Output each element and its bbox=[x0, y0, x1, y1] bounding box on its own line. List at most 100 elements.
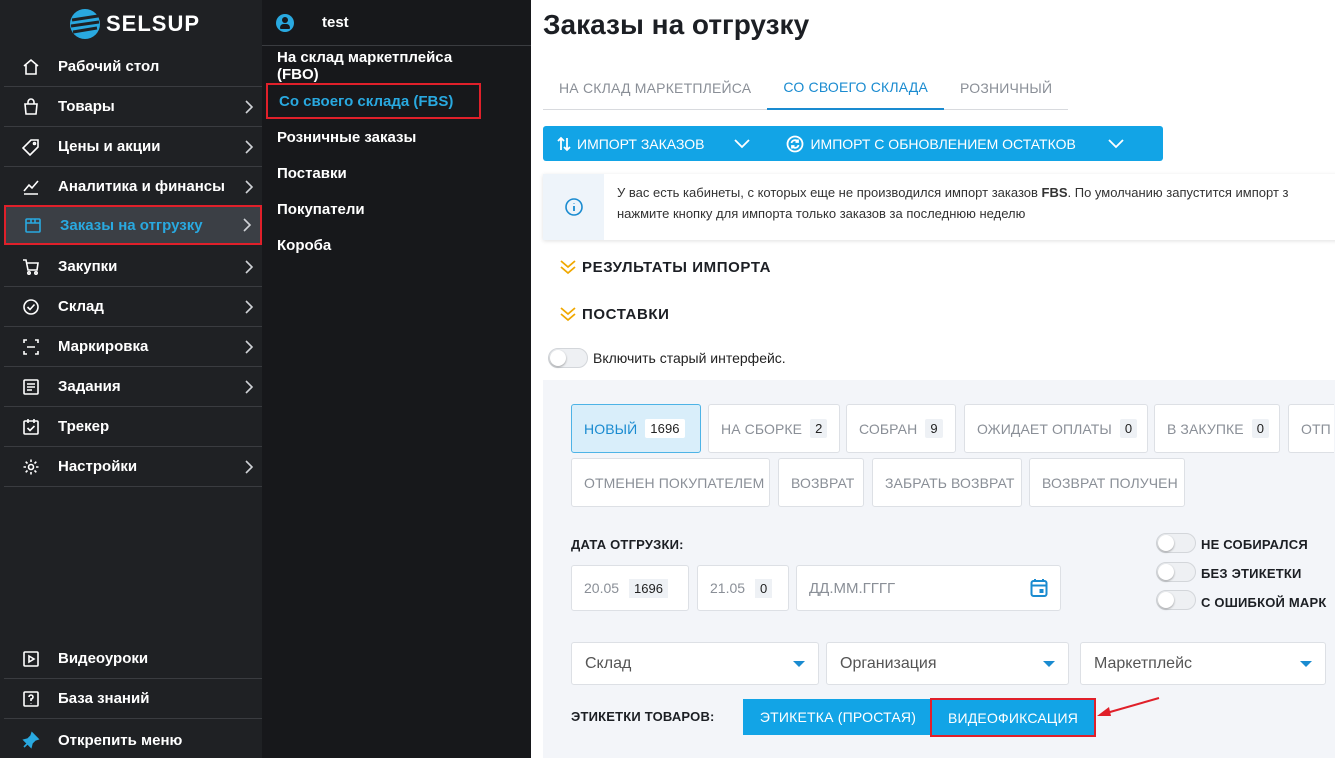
user-profile[interactable]: test bbox=[262, 0, 531, 46]
calendar-check-icon bbox=[4, 418, 58, 436]
status-chip-label: НА СБОРКЕ bbox=[721, 420, 803, 437]
chevron-right-icon bbox=[236, 339, 262, 354]
info-text-line2: нажмите кнопку для импорта только заказо… bbox=[617, 206, 1026, 221]
submenu-item-buyers[interactable]: Покупатели bbox=[266, 191, 481, 227]
sidebar-item-label: Закупки bbox=[58, 258, 118, 275]
user-name: test bbox=[322, 14, 349, 31]
date-chip-date: 20.05 bbox=[584, 580, 620, 596]
not-assembled-toggle[interactable] bbox=[1156, 533, 1196, 553]
marking-error-toggle[interactable] bbox=[1156, 590, 1196, 610]
date-input[interactable]: ДД.ММ.ГГГГ bbox=[796, 565, 1061, 611]
double-chevron-down-icon bbox=[560, 307, 576, 322]
status-chip-new[interactable]: НОВЫЙ 1696 bbox=[571, 404, 701, 453]
submenu-item-retail[interactable]: Розничные заказы bbox=[266, 119, 481, 155]
section-import-results[interactable]: РЕЗУЛЬТАТЫ ИМПОРТА bbox=[559, 258, 771, 276]
product-labels-title: ЭТИКЕТКИ ТОВАРОВ: bbox=[571, 709, 715, 724]
marketplace-select-value: Маркетплейс bbox=[1094, 654, 1193, 672]
not-assembled-label: НЕ СОБИРАЛСЯ bbox=[1201, 537, 1308, 552]
sidebar-item-purchases[interactable]: Закупки bbox=[4, 247, 262, 287]
status-chip-awaiting-payment[interactable]: ОЖИДАЕТ ОПЛАТЫ 0 bbox=[964, 404, 1148, 453]
sidebar-item-label: Трекер bbox=[58, 418, 110, 435]
warehouse-select-value: Склад bbox=[585, 654, 632, 672]
submenu-item-boxes[interactable]: Короба bbox=[266, 227, 481, 263]
status-chip-label: ОЖИДАЕТ ОПЛАТЫ bbox=[977, 420, 1112, 437]
status-chip-assembled[interactable]: СОБРАН 9 bbox=[846, 404, 956, 453]
status-chip-purchasing[interactable]: В ЗАКУПКЕ 0 bbox=[1154, 404, 1280, 453]
chevron-right-icon bbox=[236, 259, 262, 274]
sidebar-item-products[interactable]: Товары bbox=[4, 87, 262, 127]
sidebar-item-video-lessons[interactable]: Видеоуроки bbox=[4, 639, 262, 679]
status-chip-label: ЗАБРАТЬ ВОЗВРАТ bbox=[885, 474, 1015, 491]
info-text: У вас есть кабинеты, с которых еще не пр… bbox=[604, 174, 1288, 240]
old-interface-toggle[interactable] bbox=[548, 348, 588, 368]
status-chip-count: 9 bbox=[925, 419, 943, 438]
submenu-item-fbs[interactable]: Со своего склада (FBS) bbox=[266, 83, 481, 119]
sidebar-item-label: Рабочий стол bbox=[58, 58, 160, 75]
tab-retail[interactable]: РОЗНИЧНЫЙ bbox=[944, 66, 1068, 110]
date-chip-2[interactable]: 21.05 0 bbox=[697, 565, 789, 611]
tag-icon bbox=[4, 138, 58, 156]
status-chip-count: 1696 bbox=[645, 419, 685, 438]
status-chip-label: ОТМЕНЕН ПОКУПАТЕЛЕМ bbox=[584, 474, 765, 491]
chevron-right-icon bbox=[236, 179, 262, 194]
date-chip-count: 0 bbox=[755, 578, 773, 598]
status-chip-label: ВОЗВРАТ bbox=[791, 474, 855, 491]
submenu-item-supplies[interactable]: Поставки bbox=[266, 155, 481, 191]
sidebar-item-label: Видеоуроки bbox=[58, 650, 149, 667]
date-chip-1[interactable]: 20.05 1696 bbox=[571, 565, 689, 611]
import-orders-dropdown[interactable] bbox=[734, 126, 751, 161]
sidebar-item-dashboard[interactable]: Рабочий стол bbox=[4, 47, 262, 87]
organization-select[interactable]: Организация bbox=[826, 642, 1069, 685]
sidebar-item-analytics[interactable]: Аналитика и финансы bbox=[4, 167, 262, 207]
chevron-right-icon bbox=[236, 379, 262, 394]
chevron-right-icon bbox=[236, 99, 262, 114]
main-content: Заказы на отгрузку НА СКЛАД МАРКЕТПЛЕЙСА… bbox=[531, 0, 1335, 758]
warehouse-select[interactable]: Склад bbox=[571, 642, 819, 685]
sidebar-item-unpin-menu[interactable]: Открепить меню bbox=[4, 720, 262, 758]
submenu-item-fbo[interactable]: На склад маркетплейса (FBO) bbox=[266, 48, 481, 84]
chevron-right-icon bbox=[236, 459, 262, 474]
user-icon bbox=[276, 13, 294, 32]
sidebar-item-tracker[interactable]: Трекер bbox=[4, 407, 262, 447]
status-chip-cancelled-by-buyer[interactable]: ОТМЕНЕН ПОКУПАТЕЛЕМ bbox=[571, 458, 770, 507]
old-interface-label: Включить старый интерфейс. bbox=[593, 350, 786, 366]
sidebar-item-knowledge-base[interactable]: База знаний bbox=[4, 679, 262, 719]
simple-label-button[interactable]: ЭТИКЕТКА (ПРОСТАЯ) bbox=[743, 699, 933, 735]
marketplace-select[interactable]: Маркетплейс bbox=[1080, 642, 1326, 685]
sidebar-item-tasks[interactable]: Задания bbox=[4, 367, 262, 407]
sidebar-item-warehouse[interactable]: Склад bbox=[4, 287, 262, 327]
page-title: Заказы на отгрузку bbox=[543, 9, 810, 40]
chevron-right-icon bbox=[234, 218, 260, 232]
sort-arrows-icon bbox=[557, 136, 571, 151]
calendar-icon[interactable] bbox=[1030, 578, 1048, 598]
import-toolbar: ИМПОРТ ЗАКАЗОВ ИМПОРТ С ОБНОВЛЕНИЕМ ОСТА… bbox=[543, 126, 1163, 161]
import-with-stock-button[interactable]: ИМПОРТ С ОБНОВЛЕНИЕМ ОСТАТКОВ bbox=[786, 126, 1076, 161]
sidebar-item-label: Открепить меню bbox=[58, 731, 183, 749]
tab-own-warehouse[interactable]: СО СВОЕГО СКЛАДА bbox=[767, 66, 944, 110]
marking-error-label: С ОШИБКОЙ МАРК bbox=[1201, 595, 1327, 610]
question-icon bbox=[4, 690, 58, 708]
import-with-stock-dropdown[interactable] bbox=[1108, 126, 1124, 161]
status-chip-label: ОТП bbox=[1301, 420, 1331, 437]
sidebar: SELSUP Рабочий стол Товары Цены и акции … bbox=[0, 0, 262, 758]
caret-down-icon bbox=[1043, 661, 1055, 667]
status-chip-shipped[interactable]: ОТП bbox=[1288, 404, 1334, 453]
info-text-fbs: FBS bbox=[1041, 185, 1068, 200]
selsup-logo[interactable]: SELSUP bbox=[66, 6, 200, 42]
import-orders-button[interactable]: ИМПОРТ ЗАКАЗОВ bbox=[543, 126, 704, 161]
sidebar-item-settings[interactable]: Настройки bbox=[4, 447, 262, 487]
status-chip-assembling[interactable]: НА СБОРКЕ 2 bbox=[708, 404, 840, 453]
submenu: test На склад маркетплейса (FBO) Со свое… bbox=[262, 0, 531, 758]
status-chip-pickup-return[interactable]: ЗАБРАТЬ ВОЗВРАТ bbox=[872, 458, 1022, 507]
sidebar-item-orders[interactable]: Заказы на отгрузку bbox=[4, 205, 262, 245]
sidebar-item-prices[interactable]: Цены и акции bbox=[4, 127, 262, 167]
no-label-toggle[interactable] bbox=[1156, 562, 1196, 582]
status-chip-return-received[interactable]: ВОЗВРАТ ПОЛУЧЕН bbox=[1029, 458, 1185, 507]
sidebar-item-label: Заказы на отгрузку bbox=[60, 216, 203, 234]
tab-marketplace-warehouse[interactable]: НА СКЛАД МАРКЕТПЛЕЙСА bbox=[543, 66, 767, 110]
video-recording-button[interactable]: ВИДЕОФИКСАЦИЯ bbox=[930, 698, 1096, 737]
sidebar-item-marking[interactable]: Маркировка bbox=[4, 327, 262, 367]
section-supplies[interactable]: ПОСТАВКИ bbox=[559, 305, 670, 323]
status-chip-return[interactable]: ВОЗВРАТ bbox=[778, 458, 864, 507]
chart-line-icon bbox=[4, 178, 58, 196]
